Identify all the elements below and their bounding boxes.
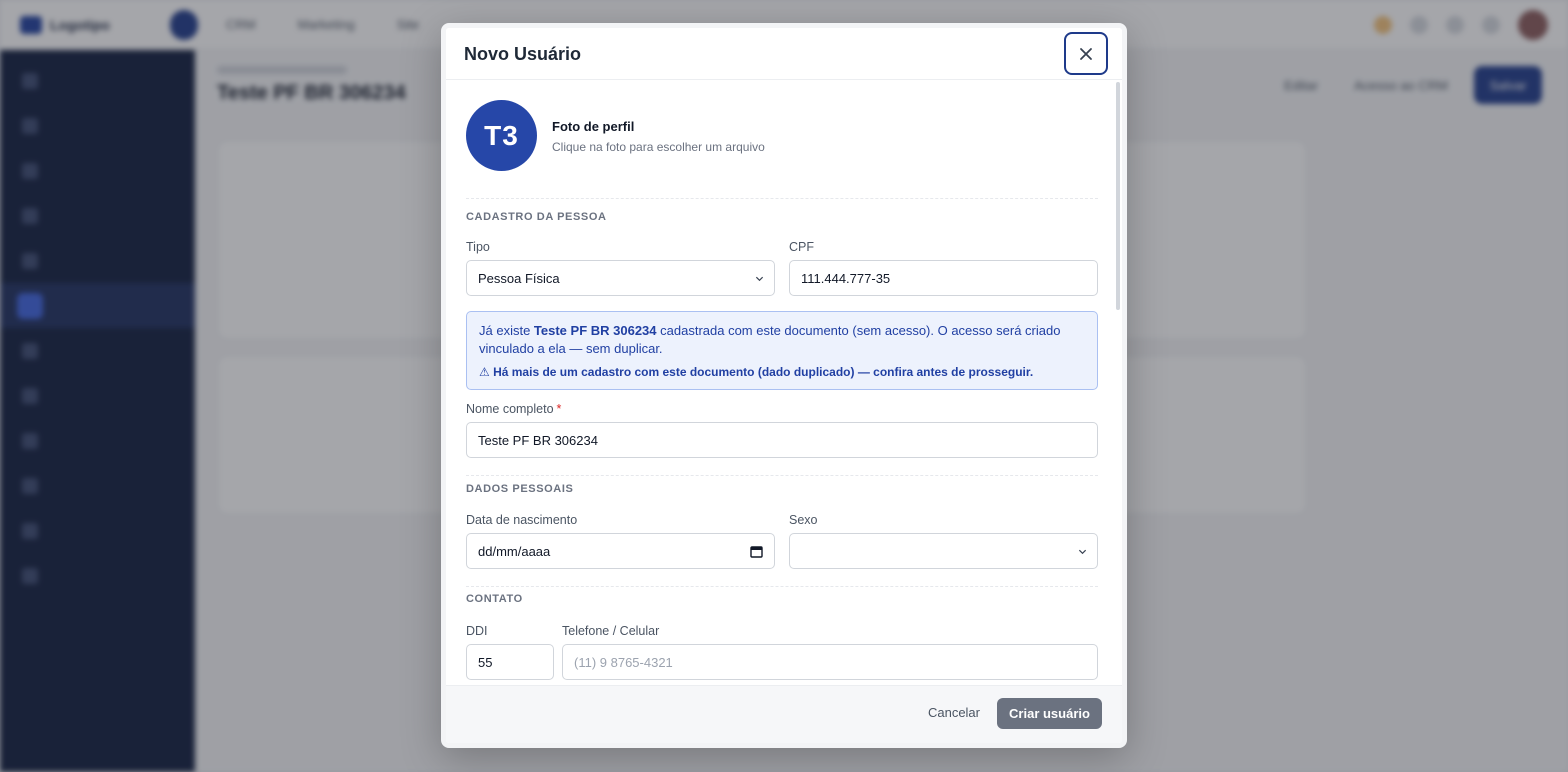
ddi-input-value: 55	[478, 654, 493, 670]
nascimento-date-input[interactable]: dd/mm/aaaa	[466, 533, 775, 569]
ddi-label: DDI	[466, 624, 488, 638]
nascimento-value: dd/mm/aaaa	[478, 543, 551, 559]
new-user-modal: Novo Usuário T3 Foto de perfil Clique na…	[441, 23, 1127, 748]
telefone-label: Telefone / Celular	[562, 624, 660, 638]
section-title-contato: CONTATO	[466, 593, 523, 605]
nome-input-value: Teste PF BR 306234	[478, 432, 598, 448]
cpf-input[interactable]: 111.444.777-35	[789, 260, 1098, 296]
photo-title: Foto de perfil	[552, 119, 635, 134]
modal-title: Novo Usuário	[464, 44, 582, 64]
nome-label-text: Nome completo	[466, 402, 554, 416]
section-title-cadastro: CADASTRO DA PESSOA	[466, 211, 607, 223]
chevron-down-icon	[755, 276, 764, 282]
cpf-input-value: 111.444.777-35	[801, 270, 891, 286]
modal-body: T3 Foto de perfil Clique na foto para es…	[446, 80, 1122, 690]
nome-input[interactable]: Teste PF BR 306234	[466, 422, 1098, 458]
divider	[466, 475, 1098, 476]
divider	[466, 198, 1098, 199]
modal-header: Novo Usuário	[446, 28, 1122, 80]
required-marker: *	[556, 402, 562, 416]
notice-prefix: Já existe	[479, 323, 534, 338]
cancel-button[interactable]: Cancelar	[928, 705, 980, 720]
tipo-select-value: Pessoa Física	[478, 270, 560, 286]
sexo-select[interactable]	[789, 533, 1098, 569]
duplicate-notice: Já existe Teste PF BR 306234 cadastrada …	[466, 311, 1098, 390]
section-title-dados: DADOS PESSOAIS	[466, 483, 574, 495]
tipo-select[interactable]: Pessoa Física	[466, 260, 775, 296]
nascimento-label: Data de nascimento	[466, 513, 578, 527]
duplicate-warning: ⚠ Há mais de um cadastro com este docume…	[479, 365, 1034, 379]
telefone-placeholder: (11) 9 8765-4321	[574, 654, 673, 670]
profile-photo-avatar[interactable]: T3	[466, 100, 537, 171]
modal-footer: Cancelar Criar usuário	[446, 685, 1122, 743]
tipo-label: Tipo	[466, 240, 490, 254]
notice-message: Já existe Teste PF BR 306234 cadastrada …	[479, 322, 1085, 358]
calendar-icon[interactable]	[750, 545, 763, 558]
cpf-label: CPF	[789, 240, 814, 254]
create-user-button[interactable]: Criar usuário	[997, 698, 1102, 729]
notice-person-name: Teste PF BR 306234	[533, 323, 657, 338]
close-button[interactable]	[1064, 32, 1108, 75]
sexo-label: Sexo	[789, 513, 818, 527]
chevron-down-icon	[1078, 549, 1087, 555]
photo-subtitle: Clique na foto para escolher um arquivo	[552, 140, 765, 154]
ddi-input[interactable]: 55	[466, 644, 554, 680]
close-icon	[1080, 47, 1092, 60]
telefone-input[interactable]: (11) 9 8765-4321	[562, 644, 1098, 680]
divider	[466, 586, 1098, 587]
nome-label: Nome completo *	[466, 402, 561, 416]
